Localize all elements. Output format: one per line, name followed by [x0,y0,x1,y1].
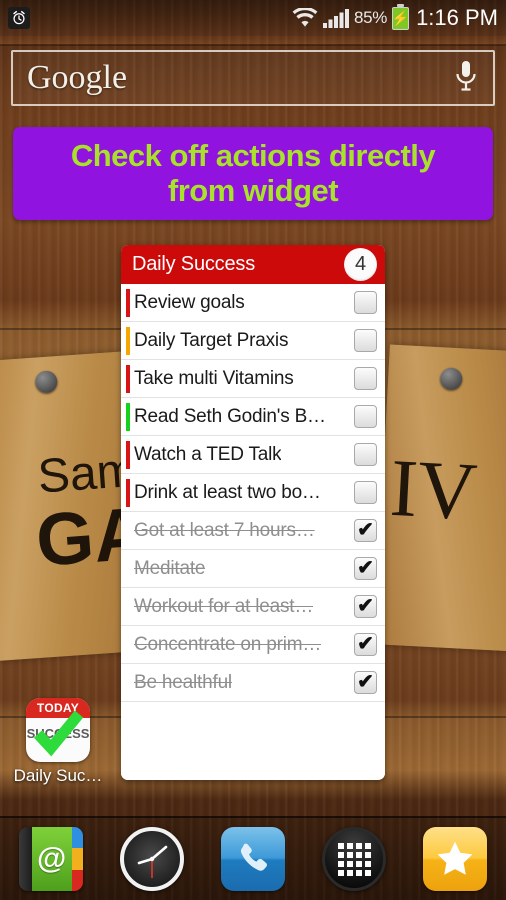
task-row[interactable]: Workout for at least… ✔ [121,588,385,626]
google-search-bar[interactable]: Google [11,50,495,106]
contacts-page: @ [31,827,72,891]
task-list: Review goals Daily Target Praxis Take mult… [121,284,385,780]
daily-success-widget[interactable]: Daily Success 4 Review goals Daily Target… [121,245,385,780]
task-checkbox-unchecked[interactable] [354,443,377,466]
task-checkbox-unchecked[interactable] [354,291,377,314]
dock: @ [0,816,506,900]
promo-banner: Check off actions directly from widget [13,127,493,220]
wifi-icon [292,8,318,28]
dock-item-clock[interactable] [119,827,184,891]
promo-banner-text: Check off actions directly from widget [70,137,436,208]
checkmark-icon: ✔ [357,556,374,579]
task-row[interactable]: Watch a TED Talk [121,436,385,474]
daily-success-app-icon[interactable]: TODAY SUCCESS [26,698,90,762]
google-logo-text: Google [27,59,128,96]
task-label: Be healthful [134,671,232,693]
task-checkbox-checked[interactable]: ✔ [354,671,377,694]
home-screen: Sam GA IV 85% ⚡ 1:16 PM Google Check off… [0,0,506,900]
task-checkbox-checked[interactable]: ✔ [354,595,377,618]
task-label: Got at least 7 hours… [134,519,315,541]
wallpaper-bolt-icon [439,367,463,391]
task-checkbox-unchecked[interactable] [354,481,377,504]
task-label: Take multi Vitamins [134,367,294,389]
wallpaper-text-right: IV [388,441,480,538]
checkmark-icon: ✔ [357,594,374,617]
task-label: Meditate [134,557,206,579]
task-label: Daily Target Praxis [134,329,289,351]
task-label: Drink at least two bo… [134,481,321,503]
task-label: Read Seth Godin's B… [134,405,326,427]
task-row[interactable]: Review goals [121,284,385,322]
task-priority-bar [126,403,130,431]
alarm-clock-icon [8,7,30,29]
battery-charging-icon: ⚡ [392,3,409,30]
task-row[interactable]: Daily Target Praxis [121,322,385,360]
wallpaper-right-plank: IV [374,344,506,652]
task-row[interactable]: Take multi Vitamins [121,360,385,398]
task-priority-bar [126,365,130,393]
task-checkbox-checked[interactable]: ✔ [354,519,377,542]
widget-title: Daily Success [132,253,255,275]
clock-face-icon [137,845,168,878]
at-sign-icon: @ [36,842,67,875]
task-row[interactable]: Meditate ✔ [121,550,385,588]
checkmark-icon: ✔ [357,670,374,693]
app-shortcut-label: Daily Suc… [13,766,103,785]
task-checkbox-checked[interactable]: ✔ [354,633,377,656]
wallpaper-seam [0,44,506,46]
signal-bars-icon [322,8,349,28]
status-bar[interactable]: 85% ⚡ 1:16 PM [0,0,506,36]
battery-percent-label: 85% [353,8,388,27]
task-priority-bar [126,327,130,355]
task-row[interactable]: Got at least 7 hours… ✔ [121,512,385,550]
star-icon [437,841,473,875]
checkmark-icon: ✔ [357,518,374,541]
checkmark-icon: ✔ [357,632,374,655]
dock-item-contacts[interactable]: @ [18,827,83,891]
task-label: Concentrate on prim… [134,633,322,655]
task-row[interactable]: Concentrate on prim… ✔ [121,626,385,664]
status-bar-clock: 1:16 PM [416,5,498,30]
task-priority-bar [126,479,130,507]
promo-banner-line2: from widget [167,172,339,208]
phone-handset-icon [240,843,267,871]
task-checkbox-unchecked[interactable] [354,405,377,428]
widget-header[interactable]: Daily Success 4 [121,245,385,284]
task-row[interactable]: Read Seth Godin's B… [121,398,385,436]
contacts-tabs [71,827,83,891]
dock-item-app-drawer[interactable] [322,827,387,891]
wallpaper-bolt-icon [34,370,59,394]
microphone-icon[interactable] [453,59,479,98]
task-row[interactable]: Be healthful ✔ [121,664,385,702]
task-priority-bar [126,289,130,317]
task-label: Watch a TED Talk [134,443,282,465]
contacts-spine [18,827,32,891]
task-row[interactable]: Drink at least two bo… [121,474,385,512]
app-shortcut-daily-success[interactable]: TODAY SUCCESS Daily Suc… [8,698,108,786]
task-checkbox-unchecked[interactable] [354,367,377,390]
promo-banner-line1: Check off actions directly [70,137,436,173]
task-priority-bar [126,441,130,469]
status-bar-right: 85% ⚡ 1:16 PM [292,3,498,31]
widget-count-badge: 4 [344,248,377,281]
dock-item-phone[interactable] [220,827,285,891]
task-label: Workout for at least… [134,595,314,617]
dock-item-favorites[interactable] [423,827,488,891]
task-checkbox-checked[interactable]: ✔ [354,557,377,580]
green-check-icon [33,710,84,757]
task-checkbox-unchecked[interactable] [354,329,377,352]
task-label: Review goals [134,291,245,313]
app-grid-icon [337,842,371,876]
status-bar-left [8,7,30,29]
